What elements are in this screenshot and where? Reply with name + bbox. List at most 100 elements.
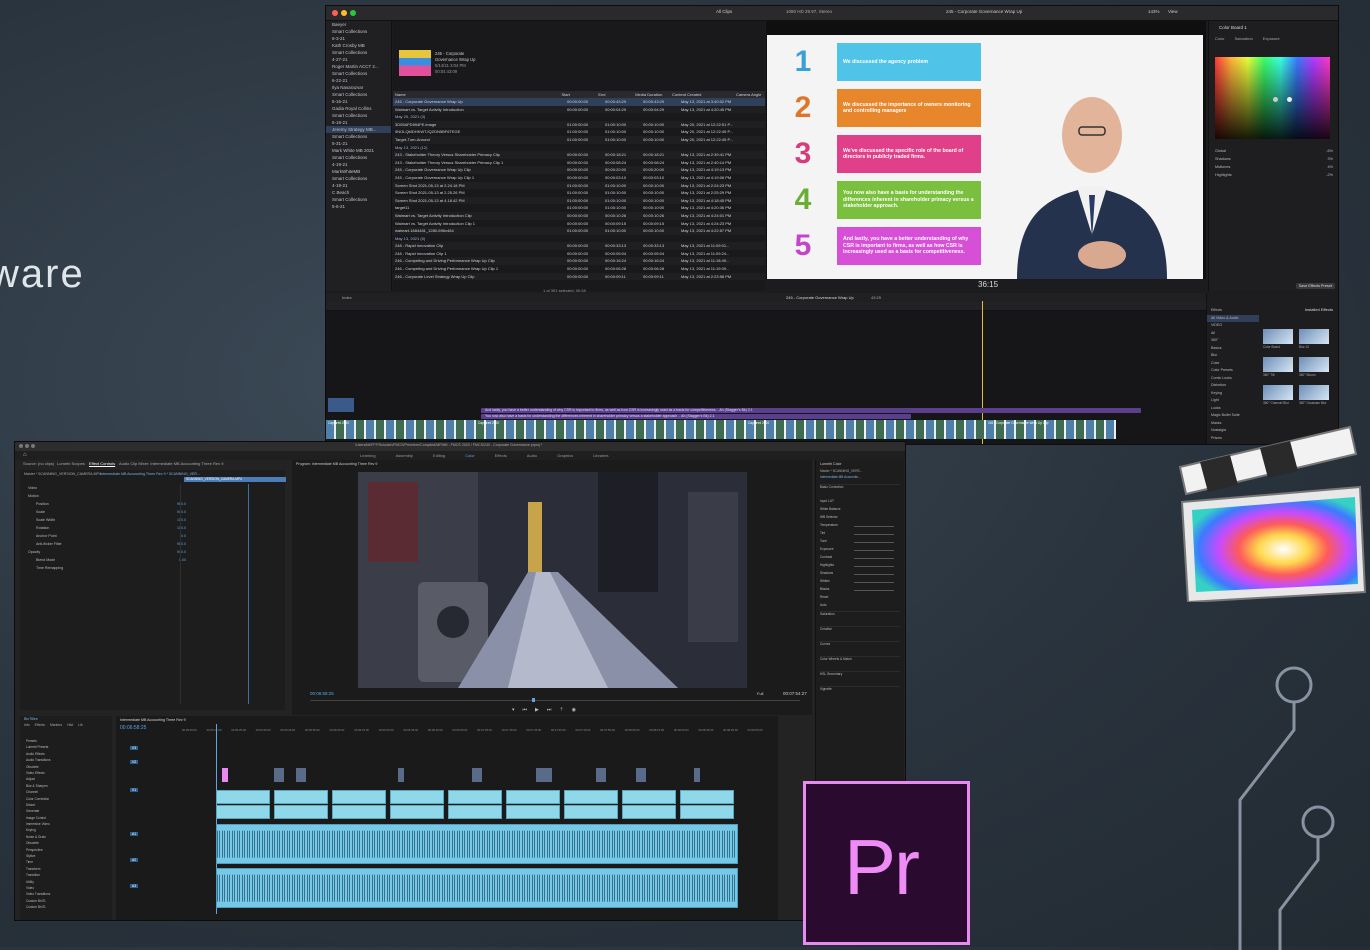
effect-controls-clip-bar[interactable]: SCANNING_VERSION_CAMERA.MP4 xyxy=(184,477,286,482)
program-timecode-left[interactable]: 00:06:58:25 xyxy=(310,691,334,696)
library-item[interactable]: Smart Collections xyxy=(326,112,391,119)
video-clip[interactable] xyxy=(448,790,502,804)
color-control-value[interactable]: 4% xyxy=(1328,165,1334,173)
effect-property-row[interactable]: Anchor Point 0.0 xyxy=(26,534,186,542)
column-header[interactable]: Content Created xyxy=(670,91,734,98)
library-item[interactable]: Smart Collections xyxy=(326,196,391,203)
effect-property-value[interactable]: 540.0 xyxy=(177,550,186,558)
audio-clip[interactable] xyxy=(216,868,738,908)
project-panel-tab[interactable]: Info xyxy=(24,723,30,727)
close-window-icon[interactable] xyxy=(332,10,338,16)
effect-thumbnail[interactable] xyxy=(1299,357,1329,372)
table-row[interactable]: Screen Shot 2021-05-13 at 2.25.26 PM 01:0… xyxy=(393,189,765,197)
table-row[interactable]: target11 01:00:00:00 01:00:10:00 00:00:10:0… xyxy=(393,204,765,212)
table-row[interactable]: Screen Shot 2021-05-13 at 2.24.18 PM 01:0… xyxy=(393,181,765,190)
library-item[interactable]: Smart Collections xyxy=(326,133,391,140)
broll-clip[interactable] xyxy=(546,768,552,782)
library-item[interactable]: 6-3-21 xyxy=(326,35,391,42)
effect-thumbnail[interactable] xyxy=(1263,329,1293,344)
project-panel-tab[interactable]: Effects xyxy=(35,723,45,727)
track-header[interactable]: V3 xyxy=(130,746,139,750)
lumetri-slider[interactable] xyxy=(854,558,894,559)
broll-clip[interactable] xyxy=(596,768,606,782)
library-item[interactable]: Kath Crosby MB xyxy=(326,42,391,49)
table-row[interactable]: 243 - Stakeholder Theory Versus Sharehol… xyxy=(393,151,765,159)
program-fit-select[interactable]: Full xyxy=(757,691,763,696)
table-row[interactable]: Walmart vs. Target Activity Introduction… xyxy=(393,105,765,114)
minimize-window-icon[interactable] xyxy=(25,444,29,448)
track-header[interactable]: A3 xyxy=(130,884,139,888)
close-window-icon[interactable] xyxy=(19,444,23,448)
workspace-tab[interactable]: Libraries xyxy=(593,453,608,458)
table-row[interactable]: Target-Turn-Around 01:00:00:00 01:00:10:00… xyxy=(393,135,765,144)
column-header[interactable]: Camera Angle xyxy=(734,91,765,98)
table-row[interactable]: 245 - Corporate Governance Wrap Up Clip 0… xyxy=(393,166,765,174)
effect-property-row[interactable]: Scale Width 100.0 xyxy=(26,518,186,526)
selected-clip-thumbnail[interactable] xyxy=(399,50,431,76)
sequence-tab[interactable]: Intermediate MB Accounting Three Rev 9 xyxy=(116,716,778,724)
library-item[interactable]: 5-31-21 xyxy=(326,140,391,147)
date-group-row[interactable]: May 13, 2021 (5) xyxy=(393,235,765,243)
library-item[interactable]: C Beach xyxy=(326,189,391,196)
effects-category[interactable]: Color xyxy=(1207,360,1259,368)
effects-folder[interactable]: Custom BinTL xyxy=(26,904,110,910)
panel-tab[interactable]: Lumetri Scopes xyxy=(57,461,85,466)
workspace-tab[interactable]: Color xyxy=(465,453,475,458)
effects-category[interactable]: Distortion xyxy=(1207,382,1259,390)
inspector-tab[interactable]: Color xyxy=(1215,36,1225,41)
table-row[interactable]: 3D05AFD594FE.image 01:00:00:00 01:00:10:00… xyxy=(393,120,765,129)
project-panel-tab[interactable]: Markers xyxy=(50,723,62,727)
effect-thumbnail[interactable] xyxy=(1299,385,1329,400)
color-control-value[interactable]: -6% xyxy=(1326,149,1333,157)
table-row[interactable]: 248 - Rapid Innovation Clip 00:00:00:00 00… xyxy=(393,242,765,250)
color-control-row[interactable]: Shadows 3% xyxy=(1215,157,1333,165)
library-item[interactable]: Baeyer xyxy=(326,21,391,28)
table-row[interactable]: Screen Shot 2021-05-13 at 4.18.42 PM 01:0… xyxy=(393,196,765,205)
effect-property-value[interactable]: 540.0 xyxy=(177,510,186,518)
lumetri-tab[interactable]: Lumetri Color xyxy=(816,460,904,468)
table-row[interactable]: 245 - Corporate Governance Wrap Up 00:00:… xyxy=(393,98,765,106)
lumetri-control[interactable]: Whites xyxy=(820,579,900,587)
workspace-tab[interactable]: Effects xyxy=(495,453,507,458)
effects-category[interactable]: 360° xyxy=(1207,337,1259,345)
lumetri-control[interactable]: Creative xyxy=(820,626,900,641)
lumetri-control[interactable]: White Balance xyxy=(820,507,900,515)
lumetri-control[interactable]: HSL Secondary xyxy=(820,671,900,686)
effect-property-row[interactable]: Scale 540.0 xyxy=(26,510,186,518)
viewer-view-menu[interactable]: View xyxy=(1168,9,1178,14)
effect-property-row[interactable]: Time Remapping xyxy=(26,566,186,574)
effects-category[interactable]: All xyxy=(1207,330,1259,338)
effect-property-row[interactable]: Motion xyxy=(26,494,186,502)
panel-tab[interactable]: Effect Controls xyxy=(89,461,115,466)
video-clip[interactable] xyxy=(390,805,444,819)
effect-property-row[interactable]: Position 960.0 xyxy=(26,502,186,510)
library-item[interactable]: 6-18-21 xyxy=(326,119,391,126)
viewer-zoom-menu[interactable]: 143% xyxy=(1148,9,1160,14)
lumetri-slider[interactable] xyxy=(854,574,894,575)
color-control-value[interactable]: 3% xyxy=(1328,157,1334,165)
effects-category[interactable]: Looks xyxy=(1207,405,1259,413)
library-item[interactable]: 6-22-21 xyxy=(326,77,391,84)
panel-tab[interactable]: Source: (no clips) xyxy=(23,461,54,466)
lumetri-control[interactable]: Blacks xyxy=(820,587,900,595)
effect-property-value[interactable]: 960.0 xyxy=(177,542,186,550)
effect-property-value[interactable]: 100.0 xyxy=(177,518,186,526)
effects-category[interactable]: Comic Looks xyxy=(1207,375,1259,383)
video-clip[interactable] xyxy=(448,805,502,819)
library-item[interactable]: 4-27-21 xyxy=(326,56,391,63)
color-control-row[interactable]: Midtones 4% xyxy=(1215,165,1333,173)
effects-category[interactable]: Blur xyxy=(1207,352,1259,360)
lift-icon[interactable]: ⇡ xyxy=(559,707,563,713)
table-row[interactable]: 248 - Rapid Innovation Clip 1 00:00:00:00… xyxy=(393,250,765,258)
library-item[interactable]: Smart Collections xyxy=(326,175,391,182)
library-item[interactable]: Smart Collections xyxy=(326,91,391,98)
library-item[interactable]: Smart Collections xyxy=(326,49,391,56)
library-item[interactable]: Ilya Nasarazvar xyxy=(326,84,391,91)
effect-property-row[interactable]: Opacity 540.0 xyxy=(26,550,186,558)
library-item[interactable]: Roger Martin ACCT 2... xyxy=(326,63,391,70)
library-item[interactable]: Smart Collections xyxy=(326,70,391,77)
effects-category[interactable]: Light xyxy=(1207,397,1259,405)
broll-clip[interactable] xyxy=(222,768,228,782)
video-clip[interactable] xyxy=(274,790,328,804)
inspector-tab[interactable]: Saturation xyxy=(1235,36,1253,41)
